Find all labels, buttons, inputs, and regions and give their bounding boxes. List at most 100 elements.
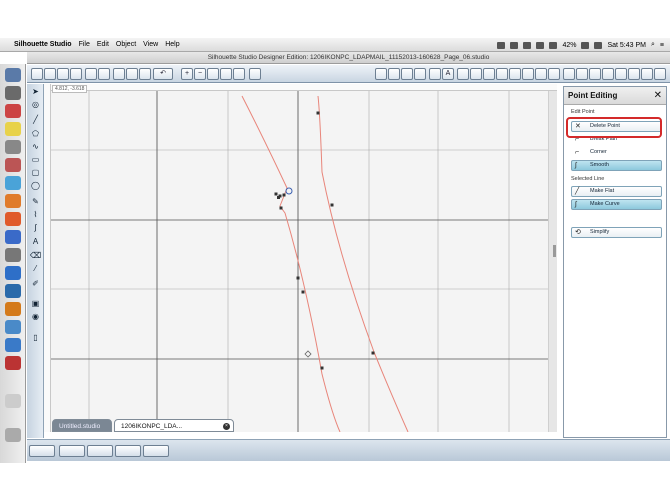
library-icon[interactable]: [70, 68, 82, 80]
grid-icon[interactable]: [249, 68, 261, 80]
registration-icon[interactable]: ◉: [29, 311, 42, 323]
finder-icon[interactable]: [5, 68, 21, 82]
vertical-scrollbar[interactable]: [548, 91, 557, 432]
fit-page-icon[interactable]: [233, 68, 245, 80]
battery-icon[interactable]: [549, 41, 558, 49]
firefox-icon[interactable]: [5, 194, 21, 208]
photoshop-icon[interactable]: [5, 284, 21, 298]
calendar-icon[interactable]: [5, 104, 21, 118]
status-icon[interactable]: [497, 41, 506, 49]
object-tool-icon[interactable]: [414, 68, 426, 80]
status-icon[interactable]: [523, 41, 532, 49]
eyedropper-icon[interactable]: ✐: [29, 278, 42, 290]
freehand-icon[interactable]: ✎: [29, 196, 42, 208]
app-icon[interactable]: [5, 248, 21, 262]
make-curve-button[interactable]: ∫ Make Curve: [571, 199, 662, 210]
tab-untitled[interactable]: Untitled.studio: [52, 419, 112, 432]
fill-gradient-icon[interactable]: [576, 68, 588, 80]
shape-tools-icon[interactable]: [143, 445, 169, 457]
undo-icon[interactable]: ↶: [153, 68, 173, 80]
paste-in-front-icon[interactable]: [139, 68, 151, 80]
menu-file[interactable]: File: [79, 41, 90, 48]
list-icon[interactable]: ≡: [660, 42, 664, 49]
trace-icon[interactable]: [535, 68, 547, 80]
app-icon[interactable]: [5, 176, 21, 190]
menu-view[interactable]: View: [143, 41, 158, 48]
zoom-select-icon[interactable]: [207, 68, 219, 80]
cut-settings-icon[interactable]: [548, 68, 560, 80]
object-tool-icon[interactable]: [388, 68, 400, 80]
ellipse-icon[interactable]: ◯: [29, 180, 42, 192]
panel-resize-grip[interactable]: [553, 245, 556, 257]
selected-node[interactable]: [285, 187, 293, 195]
copy-icon[interactable]: [113, 68, 125, 80]
new-icon[interactable]: [31, 68, 43, 80]
point-edit-icon[interactable]: ◎: [29, 99, 42, 111]
select-icon[interactable]: ➤: [29, 86, 42, 98]
text-icon[interactable]: A: [29, 236, 42, 248]
replicate-icon[interactable]: [483, 68, 495, 80]
status-icon[interactable]: [536, 41, 545, 49]
clock[interactable]: Sat 5:43 PM: [607, 42, 646, 49]
object-tool-icon[interactable]: [375, 68, 387, 80]
line-color-icon[interactable]: [602, 68, 614, 80]
tab-current-document[interactable]: 1206IKONPC_LDA... ×: [114, 419, 234, 432]
app-icon[interactable]: [5, 230, 21, 244]
curve-icon[interactable]: ∿: [29, 141, 42, 153]
pan-icon[interactable]: [220, 68, 232, 80]
corner-button[interactable]: ⌐ Corner: [571, 147, 662, 158]
close-tab-icon[interactable]: ×: [223, 423, 230, 430]
fill-color-icon[interactable]: [563, 68, 575, 80]
fill-pattern-icon[interactable]: [589, 68, 601, 80]
app-icon[interactable]: [5, 338, 21, 352]
close-icon[interactable]: ✕: [654, 87, 662, 105]
app-icon[interactable]: [5, 140, 21, 154]
polygon-icon[interactable]: ⬠: [29, 128, 42, 140]
side-panel-icon[interactable]: ▯: [29, 332, 42, 344]
wifi-icon[interactable]: [581, 41, 590, 49]
zoom-out-icon[interactable]: −: [194, 68, 206, 80]
transform-icon[interactable]: [496, 68, 508, 80]
rounded-rect-icon[interactable]: ▢: [29, 167, 42, 179]
pen-icon[interactable]: [628, 68, 640, 80]
object-tool-icon[interactable]: [401, 68, 413, 80]
menu-object[interactable]: Object: [116, 41, 136, 48]
cut-path[interactable]: [241, 95, 409, 432]
library-view-icon[interactable]: [654, 68, 666, 80]
delete-icon[interactable]: [87, 445, 113, 457]
app-menu[interactable]: Silhouette Studio: [14, 41, 72, 48]
volume-icon[interactable]: [594, 41, 603, 49]
group-icon[interactable]: [115, 445, 141, 457]
menu-edit[interactable]: Edit: [97, 41, 109, 48]
menu-help[interactable]: Help: [165, 41, 179, 48]
app-icon[interactable]: [5, 266, 21, 280]
simplify-button[interactable]: ⟲ Simplify: [571, 227, 662, 238]
knife-icon[interactable]: ⁄: [29, 263, 42, 275]
eraser-icon[interactable]: ⌫: [29, 250, 42, 262]
offset-icon[interactable]: [522, 68, 534, 80]
smooth-button[interactable]: ∫ Smooth: [571, 160, 662, 171]
polyline-icon[interactable]: ⌇: [29, 209, 42, 221]
print-icon[interactable]: [85, 68, 97, 80]
align-icon[interactable]: [470, 68, 482, 80]
make-flat-button[interactable]: ╱ Make Flat: [571, 186, 662, 197]
cut-send-icon[interactable]: [98, 68, 110, 80]
open-icon[interactable]: [44, 68, 56, 80]
zoom-in-icon[interactable]: +: [181, 68, 193, 80]
trash-icon[interactable]: [5, 428, 21, 442]
move-icon[interactable]: [457, 68, 469, 80]
select-all-icon[interactable]: [29, 445, 55, 457]
paste-icon[interactable]: [126, 68, 138, 80]
select-tools-icon[interactable]: [59, 445, 85, 457]
rotation-handle-icon[interactable]: [304, 350, 312, 358]
layers-icon[interactable]: ▣: [29, 298, 42, 310]
text-style-icon[interactable]: A: [442, 68, 454, 80]
line-icon[interactable]: ╱: [29, 114, 42, 126]
rectangle-icon[interactable]: ▭: [29, 154, 42, 166]
line-style-icon[interactable]: [615, 68, 627, 80]
app-icon[interactable]: [5, 86, 21, 100]
app-icon[interactable]: [5, 212, 21, 226]
store-icon[interactable]: [641, 68, 653, 80]
save-icon[interactable]: [57, 68, 69, 80]
pdf-icon[interactable]: [5, 356, 21, 370]
